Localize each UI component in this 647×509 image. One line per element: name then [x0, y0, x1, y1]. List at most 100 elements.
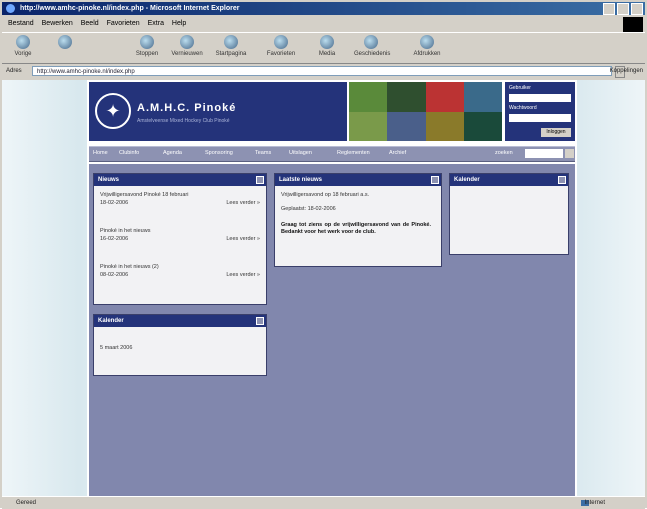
title-bar: http://www.amhc-pinoke.nl/index.php - Mi…: [2, 2, 645, 15]
favorites-icon: [274, 35, 288, 49]
browser-window: http://www.amhc-pinoke.nl/index.php - Mi…: [0, 0, 647, 509]
search-input[interactable]: [525, 149, 563, 158]
calendar-title: Kalender: [454, 177, 480, 183]
back-icon: [16, 35, 30, 49]
read-more-link[interactable]: Lees verder »: [226, 200, 260, 206]
menu-view[interactable]: Beeld: [81, 20, 99, 27]
home-button[interactable]: Startpagina: [214, 35, 248, 57]
refresh-icon: [180, 35, 194, 49]
photo-tile: [387, 111, 426, 141]
zone-label: Internet: [584, 500, 605, 506]
club-logo-icon: ✦: [95, 93, 131, 129]
maximize-icon[interactable]: [617, 3, 629, 15]
nav-clubinfo[interactable]: Clubinfo: [119, 150, 139, 156]
collapse-icon[interactable]: [256, 176, 264, 184]
browser-viewport: ✦ A.M.H.C. Pinoké Amstelveense Mixed Hoc…: [2, 80, 645, 496]
web-page: ✦ A.M.H.C. Pinoké Amstelveense Mixed Hoc…: [87, 80, 577, 496]
forward-icon: [58, 35, 72, 49]
address-label: Adres: [6, 68, 22, 74]
search-button[interactable]: [565, 149, 574, 158]
logo-area[interactable]: ✦ A.M.H.C. Pinoké Amstelveense Mixed Hoc…: [89, 82, 347, 141]
password-label: Wachtwoord: [509, 105, 537, 111]
nav-reglementen[interactable]: Reglementen: [337, 150, 370, 156]
address-input[interactable]: http://www.amhc-pinoke.nl/index.php: [32, 66, 612, 76]
window-title: http://www.amhc-pinoke.nl/index.php - Mi…: [20, 5, 240, 12]
nav-sponsoring[interactable]: Sponsoring: [205, 150, 233, 156]
status-bar: Gereed Internet: [2, 496, 645, 509]
logo-title: A.M.H.C. Pinoké: [137, 102, 237, 114]
menu-file[interactable]: Bestand: [8, 20, 34, 27]
collapse-icon[interactable]: [558, 176, 566, 184]
toolbar: Vorige Stoppen Vernieuwen Startpagina Fa…: [2, 32, 645, 64]
photo-tile: [463, 82, 502, 112]
close-icon[interactable]: [631, 3, 643, 15]
photo-tile: [425, 111, 464, 141]
read-more-link[interactable]: Lees verder »: [226, 236, 260, 242]
username-label: Gebruiker: [509, 85, 531, 91]
news-item: Vrijwilligersavond Pinoké 18 februari 18…: [100, 192, 260, 206]
minimize-icon[interactable]: [603, 3, 615, 15]
photo-tile: [463, 111, 502, 141]
refresh-button[interactable]: Vernieuwen: [170, 35, 204, 57]
menu-favorites[interactable]: Favorieten: [107, 20, 140, 27]
kalender-header: Kalender: [94, 315, 266, 327]
calendar-panel: Kalender: [449, 173, 569, 255]
logo-subtitle: Amstelveense Mixed Hockey Club Pinoké: [137, 118, 230, 124]
photo-collage: [349, 82, 502, 141]
address-bar: Adres http://www.amhc-pinoke.nl/index.ph…: [2, 64, 645, 78]
latest-news-title: Laatste nieuws: [279, 177, 323, 183]
menu-bar: Bestand Bewerken Beeld Favorieten Extra …: [2, 17, 645, 33]
photo-tile: [349, 111, 388, 141]
photo-tile: [425, 82, 464, 112]
news-panel-title: Nieuws: [98, 177, 120, 183]
site-banner: ✦ A.M.H.C. Pinoké Amstelveense Mixed Hoc…: [87, 80, 577, 143]
status-text: Gereed: [16, 500, 37, 506]
menu-help[interactable]: Help: [172, 20, 186, 27]
photo-tile: [349, 82, 388, 112]
nav-archief[interactable]: Archief: [389, 150, 406, 156]
news-panel-header: Nieuws: [94, 174, 266, 186]
news-headline[interactable]: Pinoké in het nieuws (2): [100, 264, 260, 270]
forward-button[interactable]: [48, 35, 82, 51]
stop-button[interactable]: Stoppen: [130, 35, 164, 57]
news-date: 18-02-2006: [100, 200, 129, 206]
news-item: Pinoké in het nieuws 16-02-2006 Lees verd…: [100, 228, 260, 242]
news-headline[interactable]: Vrijwilligersavond Pinoké 18 februari: [100, 192, 260, 198]
search-label: zoeken: [495, 150, 513, 156]
links-button[interactable]: Koppelingen: [610, 64, 643, 78]
site-nav: Home Clubinfo Agenda Sponsoring Teams Ui…: [89, 146, 575, 162]
history-icon: [364, 35, 378, 49]
print-icon: [420, 35, 434, 49]
media-button[interactable]: Media: [310, 35, 344, 57]
photo-tile: [387, 82, 426, 112]
favorites-button[interactable]: Favorieten: [264, 35, 298, 57]
nav-agenda[interactable]: Agenda: [163, 150, 182, 156]
news-headline[interactable]: Pinoké in het nieuws: [100, 228, 260, 234]
menu-tools[interactable]: Extra: [148, 20, 164, 27]
news-panel: Nieuws Vrijwilligersavond Pinoké 18 febr…: [93, 173, 267, 305]
read-more-link[interactable]: Lees verder »: [226, 272, 260, 278]
latest-body: Graag tot ziens op de vrijwilligersavond…: [281, 222, 431, 235]
print-button[interactable]: Afdrukken: [410, 35, 444, 57]
kalender-entry: 5 maart 2006: [100, 345, 133, 351]
latest-news-header: Laatste nieuws: [275, 174, 441, 186]
back-button[interactable]: Vorige: [6, 35, 40, 57]
kalender-panel: Kalender 5 maart 2006: [93, 314, 267, 376]
menu-edit[interactable]: Bewerken: [42, 20, 73, 27]
login-button[interactable]: Inloggen: [541, 128, 571, 137]
nav-teams[interactable]: Teams: [255, 150, 271, 156]
ie-logo-icon: [6, 4, 15, 13]
nav-uitslagen[interactable]: Uitslagen: [289, 150, 312, 156]
latest-news-panel: Laatste nieuws Vrijwilligersavond op 18 …: [274, 173, 442, 267]
collapse-icon[interactable]: [431, 176, 439, 184]
calendar-header: Kalender: [450, 174, 568, 186]
news-date: 16-02-2006: [100, 236, 129, 242]
nav-home[interactable]: Home: [93, 150, 108, 156]
username-input[interactable]: [509, 94, 571, 102]
history-button[interactable]: Geschiedenis: [354, 35, 390, 57]
window-controls: [603, 3, 643, 15]
latest-headline[interactable]: Vrijwilligersavond op 18 februari a.s.: [281, 192, 369, 198]
collapse-icon[interactable]: [256, 317, 264, 325]
kalender-title: Kalender: [98, 318, 124, 324]
password-input[interactable]: [509, 114, 571, 122]
